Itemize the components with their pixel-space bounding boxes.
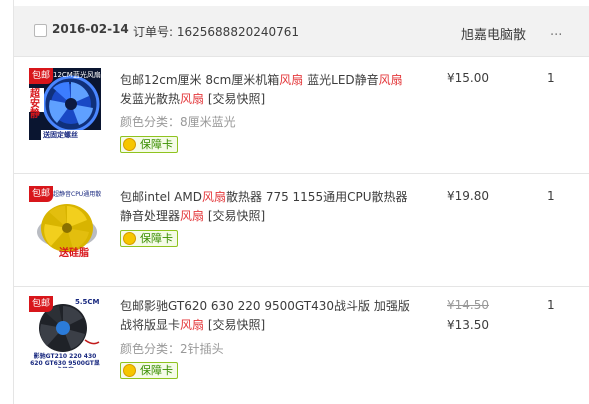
title-keyword: 风扇 [201, 190, 226, 204]
thumb-caption: 12CM蓝光风扇 [53, 71, 101, 79]
quantity: 1 [547, 189, 555, 203]
shop-name-ellipsis: ... [550, 24, 563, 39]
title-keyword: 风扇 [180, 318, 205, 332]
snapshot-link[interactable]: [交易快照] [204, 318, 265, 332]
unit-price: ¥15.00 [447, 71, 489, 85]
product-title-link[interactable]: 包邮12cm厘米 8cm厘米机箱风扇 蓝光LED静音风扇 发蓝光散热风扇 [交易… [120, 71, 418, 109]
title-part: 包邮12cm厘米 8cm厘米机箱 [120, 73, 280, 87]
title-keyword: 风扇 [279, 73, 304, 87]
product-thumbnail[interactable]: 包邮 超静音CPU通用散热器 送硅脂 [29, 186, 101, 258]
guarantee-label: 保障卡 [140, 138, 173, 151]
quantity: 1 [547, 71, 555, 85]
guarantee-label: 保障卡 [140, 364, 173, 377]
order-item: 包邮 超静音CPU通用散热器 送硅脂 包邮intel AMD风扇散热器 775 … [14, 173, 589, 286]
order-number-value: 1625688820240761 [176, 25, 300, 39]
thumb-side-text: 超安静 [30, 89, 40, 120]
title-keyword: 风扇 [378, 73, 403, 87]
unit-price: ¥19.80 [447, 189, 489, 203]
free-shipping-tag: 包邮 [29, 68, 53, 84]
title-part: 蓝光LED静音 [303, 73, 379, 87]
guarantee-icon [123, 364, 136, 377]
original-price: ¥14.50 [447, 298, 489, 312]
guarantee-label: 保障卡 [140, 232, 173, 245]
snapshot-link[interactable]: [交易快照] [204, 92, 265, 106]
sku-label: 颜色分类：8厘米蓝光 [120, 115, 236, 129]
thumb-bottom-text: 送硅脂 [59, 248, 89, 258]
order-date: 2016-02-14 [52, 22, 129, 36]
title-keyword: 风扇 [180, 209, 205, 223]
guarantee-card-badge[interactable]: 保障卡 [120, 362, 178, 379]
order-item: 包邮 12CM蓝光风扇 超安静 送固定螺丝 包邮12cm厘米 8cm厘米机箱风扇… [14, 56, 589, 173]
order-number: 订单号: 1625688820240761 [133, 23, 299, 40]
guarantee-icon [123, 138, 136, 151]
guarantee-icon [123, 232, 136, 245]
order-select-checkbox[interactable] [34, 24, 47, 37]
product-title-link[interactable]: 包邮intel AMD风扇散热器 775 1155通用CPU散热器 静音处理器风… [120, 188, 418, 226]
free-shipping-tag: 包邮 [29, 296, 53, 312]
order-item: 包邮 5.5CM 影驰GT210 220 430 620 GT630 9500G… [14, 286, 589, 404]
guarantee-card-badge[interactable]: 保障卡 [120, 136, 178, 153]
product-thumbnail[interactable]: 包邮 12CM蓝光风扇 超安静 送固定螺丝 [29, 68, 101, 140]
thumb-bottom-text: 影驰GT210 220 430 620 GT630 9500GT显卡风扇 [30, 353, 100, 368]
sku-label: 颜色分类：2针插头 [120, 342, 224, 356]
order-header: 2016-02-14 订单号: 1625688820240761 旭嘉电脑散 .… [14, 6, 589, 57]
order-number-label: 订单号: [133, 25, 174, 39]
title-keyword: 风扇 [180, 92, 205, 106]
thumb-caption: 超静音CPU通用散热器 [53, 191, 101, 198]
order-card: 2016-02-14 订单号: 1625688820240761 旭嘉电脑散 .… [13, 0, 589, 404]
product-thumbnail[interactable]: 包邮 5.5CM 影驰GT210 220 430 620 GT630 9500G… [29, 296, 101, 368]
thumb-caption: 5.5CM [75, 298, 100, 306]
guarantee-card-badge[interactable]: 保障卡 [120, 230, 178, 247]
title-part: 包邮intel AMD [120, 190, 202, 204]
shop-name-link[interactable]: 旭嘉电脑散 [461, 24, 526, 43]
title-part: 发蓝光散热 [120, 92, 181, 106]
free-shipping-tag: 包邮 [29, 186, 53, 202]
unit-price: ¥13.50 [447, 318, 489, 332]
thumb-bottom-text: 送固定螺丝 [43, 131, 78, 139]
product-title-link[interactable]: 包邮影驰GT620 630 220 9500GT430战斗版 加强版 战将版显卡… [120, 297, 418, 335]
quantity: 1 [547, 298, 555, 312]
snapshot-link[interactable]: [交易快照] [204, 209, 265, 223]
